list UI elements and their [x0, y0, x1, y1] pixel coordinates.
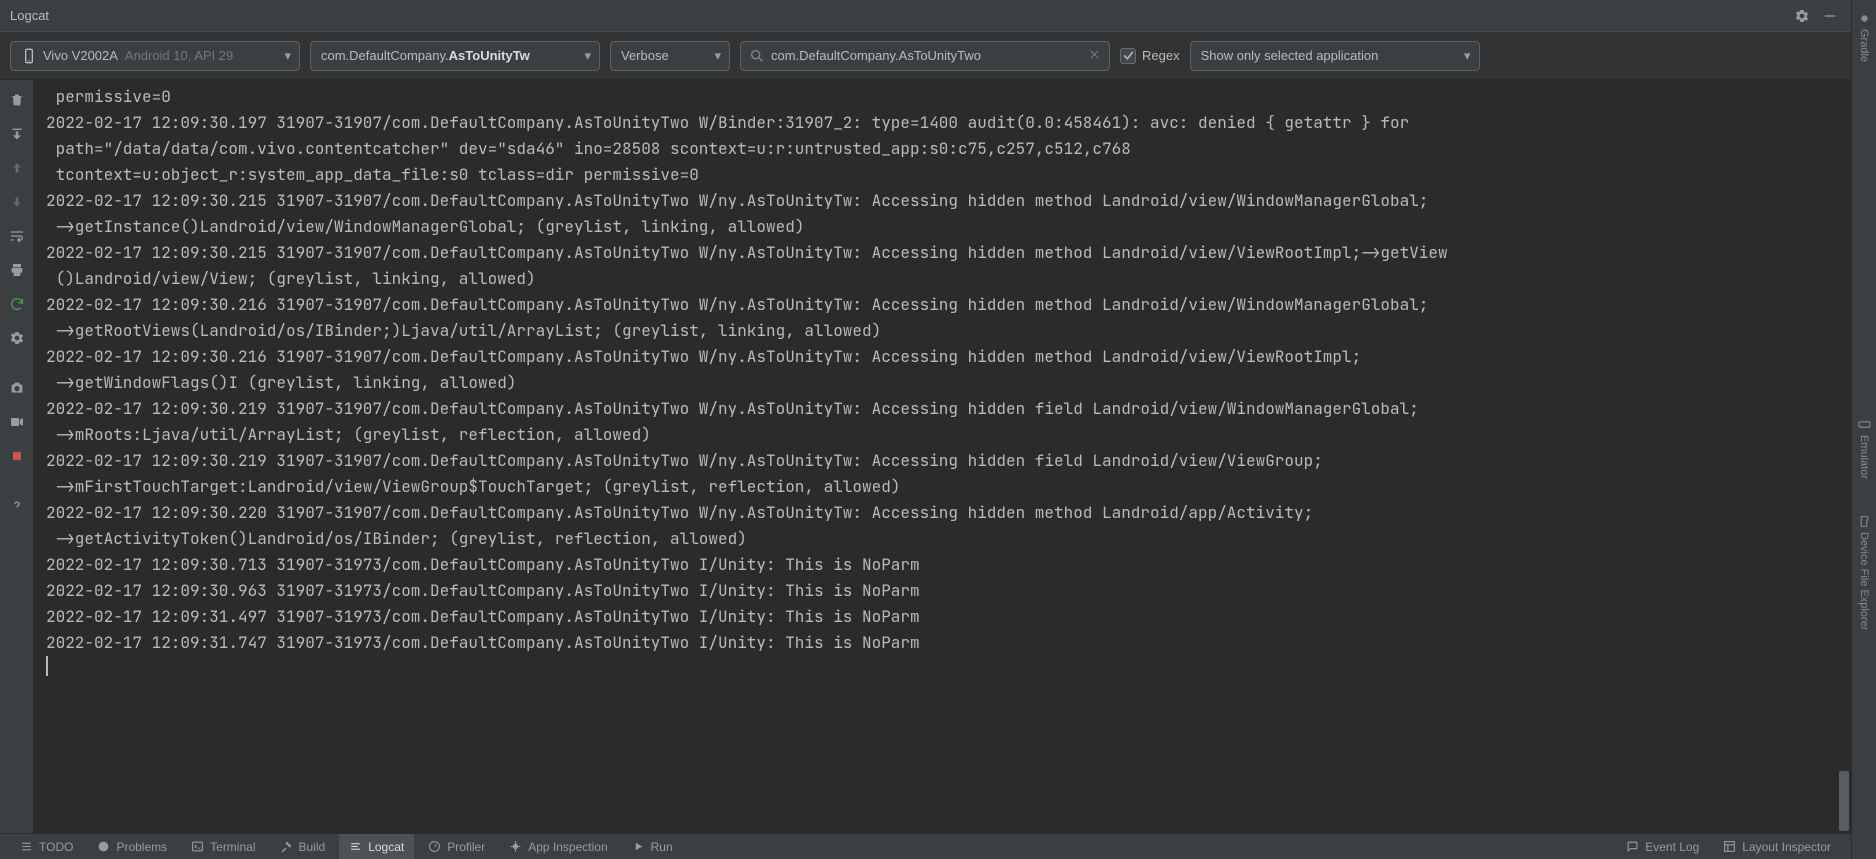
- device-info: Android 10, API 29: [125, 48, 233, 63]
- panel-title: Logcat: [10, 8, 49, 23]
- list-icon: [20, 840, 33, 853]
- chevron-down-icon: ▾: [706, 48, 721, 64]
- scroll-to-end-button[interactable]: [5, 122, 29, 146]
- camera-icon: [9, 380, 25, 396]
- restart-button[interactable]: [5, 292, 29, 316]
- trash-icon: [9, 92, 25, 108]
- tab-build[interactable]: Build: [270, 834, 336, 859]
- text-cursor: [46, 656, 48, 676]
- package-name: AsToUnityTw: [449, 48, 530, 63]
- package-selector[interactable]: com.DefaultCompany.AsToUnityTw ▾: [310, 41, 600, 71]
- clear-search-button[interactable]: [1088, 48, 1101, 64]
- tab-todo[interactable]: TODO: [10, 834, 83, 859]
- search-input-container[interactable]: [740, 41, 1110, 71]
- tab-gradle[interactable]: Gradle: [1852, 4, 1876, 70]
- bug-icon: [509, 840, 522, 853]
- settings2-button[interactable]: [5, 326, 29, 350]
- checkbox-checked-icon: [1120, 48, 1136, 64]
- tab-event-log[interactable]: Event Log: [1616, 834, 1709, 859]
- search-icon: [749, 48, 765, 64]
- gear-icon: [9, 330, 25, 346]
- scrollbar-thumb[interactable]: [1839, 771, 1849, 831]
- logcat-icon: [349, 840, 362, 853]
- screenshot-button[interactable]: [5, 376, 29, 400]
- log-viewport[interactable]: permissive=0 2022-02-17 12:09:30.197 319…: [34, 80, 1851, 833]
- chevron-down-icon: ▾: [1456, 48, 1471, 64]
- layout-icon: [1723, 840, 1736, 853]
- help-button[interactable]: [5, 494, 29, 518]
- log-level-selector[interactable]: Verbose ▾: [610, 41, 730, 71]
- chevron-down-icon: ▾: [276, 48, 291, 64]
- record-button[interactable]: [5, 410, 29, 434]
- arrow-down-icon: [9, 194, 25, 210]
- tab-device-explorer[interactable]: Device File Explorer: [1852, 507, 1876, 638]
- close-icon: [1088, 48, 1101, 61]
- warning-icon: [97, 840, 110, 853]
- video-icon: [9, 414, 25, 430]
- tab-problems[interactable]: Problems: [87, 834, 177, 859]
- side-toolbar: [0, 80, 34, 833]
- tab-terminal[interactable]: Terminal: [181, 834, 265, 859]
- filter-scope-value: Show only selected application: [1201, 48, 1379, 63]
- tab-logcat[interactable]: Logcat: [339, 834, 414, 859]
- play-icon: [632, 840, 645, 853]
- tab-emulator[interactable]: Emulator: [1852, 410, 1876, 487]
- tab-profiler[interactable]: Profiler: [418, 834, 495, 859]
- folder-icon: [1858, 515, 1871, 528]
- phone-icon: [21, 48, 37, 64]
- settings-button[interactable]: [1791, 5, 1813, 27]
- clear-log-button[interactable]: [5, 88, 29, 112]
- soft-wrap-button[interactable]: [5, 224, 29, 248]
- scroll-end-icon: [9, 126, 25, 142]
- device-name: Vivo V2002A: [43, 48, 117, 63]
- package-prefix: com.DefaultCompany.: [321, 48, 449, 63]
- stop-button[interactable]: [5, 444, 29, 468]
- help-icon: [9, 498, 25, 514]
- search-input[interactable]: [771, 48, 1088, 63]
- stop-icon: [9, 448, 25, 464]
- print-icon: [9, 262, 25, 278]
- arrow-up-icon: [9, 160, 25, 176]
- bottom-tool-tabs: TODO Problems Terminal Build Logcat Prof…: [0, 833, 1851, 859]
- regex-label: Regex: [1142, 48, 1180, 63]
- titlebar: Logcat: [0, 0, 1851, 32]
- chevron-down-icon: ▾: [576, 48, 591, 64]
- device-selector[interactable]: Vivo V2002A Android 10, API 29 ▾: [10, 41, 300, 71]
- gradle-icon: [1858, 12, 1871, 25]
- gauge-icon: [428, 840, 441, 853]
- restart-icon: [9, 296, 25, 312]
- tab-run[interactable]: Run: [622, 834, 683, 859]
- log-level-value: Verbose: [621, 48, 669, 63]
- chat-icon: [1626, 840, 1639, 853]
- wrap-icon: [9, 228, 25, 244]
- minimize-button[interactable]: [1819, 5, 1841, 27]
- regex-checkbox[interactable]: Regex: [1120, 48, 1180, 64]
- log-output[interactable]: permissive=0 2022-02-17 12:09:30.197 319…: [34, 80, 1851, 688]
- minimize-icon: [1822, 8, 1838, 24]
- right-tool-tabs: Gradle Emulator Device File Explorer: [1851, 0, 1876, 859]
- tab-app-inspection[interactable]: App Inspection: [499, 834, 617, 859]
- tab-layout-inspector[interactable]: Layout Inspector: [1713, 834, 1841, 859]
- filter-scope-selector[interactable]: Show only selected application ▾: [1190, 41, 1480, 71]
- hammer-icon: [280, 840, 293, 853]
- phone-icon: [1858, 418, 1871, 431]
- down-button[interactable]: [5, 190, 29, 214]
- filter-toolbar: Vivo V2002A Android 10, API 29 ▾ com.Def…: [0, 32, 1851, 80]
- terminal-icon: [191, 840, 204, 853]
- gear-icon: [1794, 8, 1810, 24]
- up-button[interactable]: [5, 156, 29, 180]
- vertical-scrollbar[interactable]: [1838, 80, 1850, 833]
- print-button[interactable]: [5, 258, 29, 282]
